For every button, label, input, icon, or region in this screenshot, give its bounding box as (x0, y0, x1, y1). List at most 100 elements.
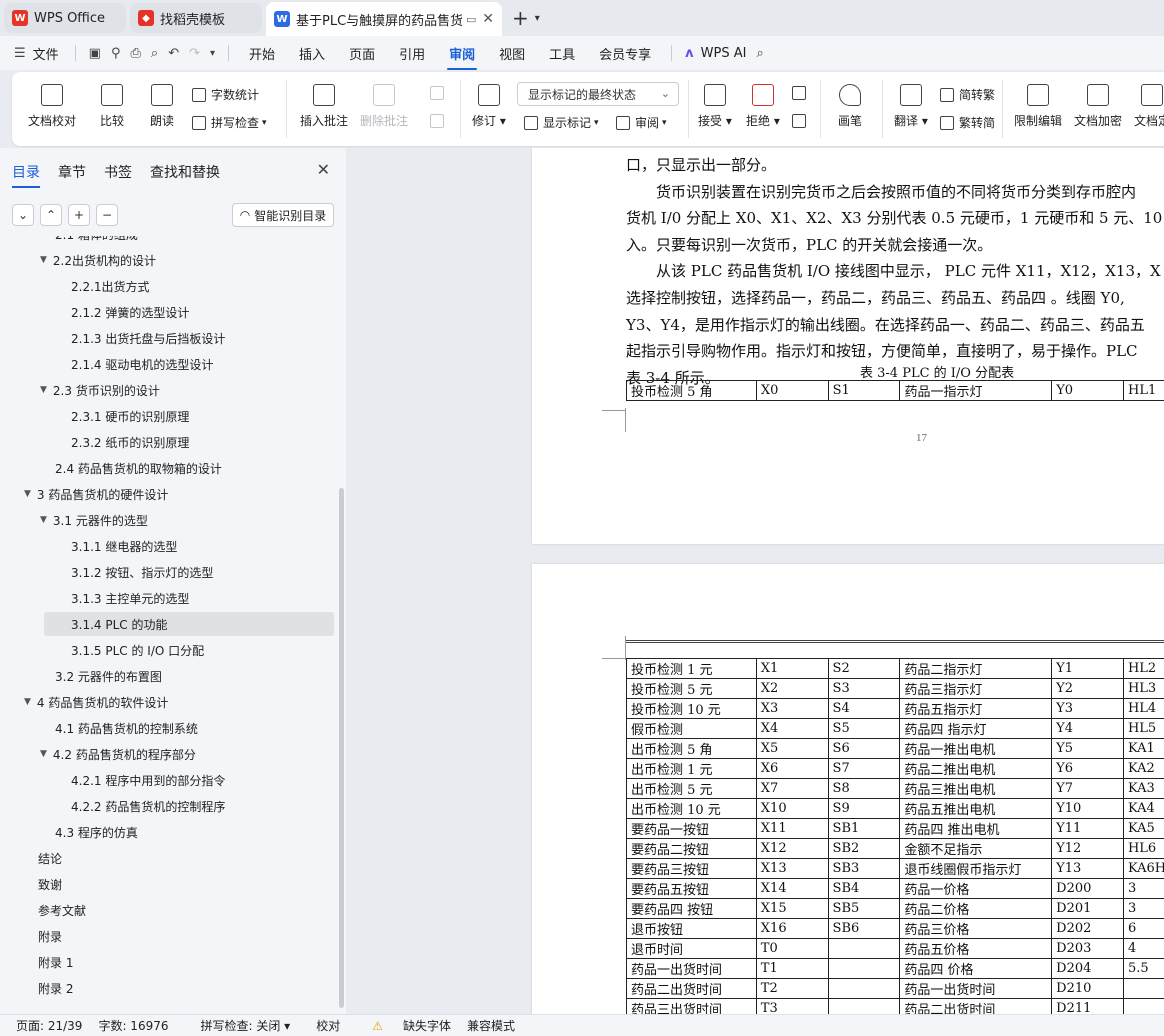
toc-item[interactable]: 3.1.1 继电器的选型 (71, 534, 177, 558)
delete-comment-button[interactable]: 删除批注 (360, 84, 408, 129)
toc-item[interactable]: 3.1.4 PLC 的功能 (44, 612, 334, 636)
toc-item[interactable]: 附录 1 (38, 950, 73, 974)
add-heading-icon[interactable]: + (68, 204, 90, 226)
toc-item[interactable]: ▼ 2.3 货币识别的设计 (40, 378, 160, 402)
tab-find-replace[interactable]: 查找和替换 (150, 162, 220, 182)
translate-button[interactable]: 翻译 ▾ (894, 84, 928, 129)
toc-item[interactable]: 3.1.3 主控单元的选型 (71, 586, 189, 610)
pen-button[interactable]: 画笔 (838, 84, 862, 129)
menu-review[interactable]: 审阅 (437, 44, 487, 70)
smart-toc-button[interactable]: ◠ 智能识别目录 (232, 203, 334, 227)
collapse-arrow-icon[interactable]: ▼ (40, 385, 47, 395)
toc-item[interactable]: 2.1.4 驱动电机的选型设计 (71, 352, 213, 376)
redo-icon[interactable]: ↷ (189, 46, 200, 61)
compat-mode-indicator[interactable]: 兼容模式 (467, 1017, 515, 1034)
proofread-indicator[interactable]: 校对 (316, 1017, 340, 1034)
menu-member[interactable]: 会员专享 (587, 44, 663, 63)
toc-item[interactable]: 3.1.2 按钮、指示灯的选型 (71, 560, 213, 584)
missing-font-indicator[interactable]: ⚠ 缺失字体 (356, 1017, 451, 1034)
toc-item[interactable]: ▼ 4.2 药品售货机的程序部分 (40, 742, 196, 766)
toc-item[interactable]: 4.2.2 药品售货机的控制程序 (71, 794, 225, 818)
toc-item[interactable]: 2.4 药品售货机的取物箱的设计 (55, 456, 222, 480)
chevron-down-icon[interactable]: ▾ (210, 48, 215, 59)
track-changes-button[interactable]: 修订 ▾ (472, 84, 506, 129)
doc-finalize-button[interactable]: 文档定 (1134, 84, 1164, 129)
spell-check-indicator[interactable]: 拼写检查: 关闭 ▾ (185, 1017, 291, 1034)
restrict-edit-button[interactable]: 限制编辑 (1014, 84, 1062, 129)
toc-item[interactable]: 4.2.1 程序中用到的部分指令 (71, 768, 225, 792)
menu-page[interactable]: 页面 (337, 44, 387, 63)
to-simplified-button[interactable]: 繁转简 (940, 114, 995, 131)
hamburger-icon[interactable]: ☰ (14, 46, 26, 61)
toc-item[interactable]: 结论 (38, 846, 62, 870)
toc-item[interactable]: 3.2 元器件的布置图 (55, 664, 162, 688)
search-icon[interactable]: ⌕ (756, 46, 763, 61)
collapse-arrow-icon[interactable]: ▼ (40, 749, 47, 759)
tab-current-document[interactable]: W 基于PLC与触摸屏的药品售货机 ▭ ✕ (266, 2, 502, 36)
to-traditional-button[interactable]: 简转繁 (940, 86, 995, 103)
tab-toc[interactable]: 目录 (12, 162, 40, 188)
toc-item[interactable]: 2.1.3 出货托盘与后挡板设计 (71, 326, 225, 350)
collapse-arrow-icon[interactable]: ▼ (24, 489, 31, 499)
encrypt-button[interactable]: 文档加密 (1074, 84, 1122, 129)
menu-home[interactable]: 开始 (237, 44, 287, 63)
share-icon[interactable]: ⚲ (111, 46, 121, 61)
read-aloud-button[interactable]: 朗读 (150, 84, 174, 129)
previous-change-icon[interactable] (792, 86, 811, 100)
menu-tools[interactable]: 工具 (537, 44, 587, 63)
accept-button[interactable]: 接受 ▾ (698, 84, 732, 129)
print-preview-icon[interactable]: ⌕ (151, 46, 158, 61)
collapse-arrow-icon[interactable]: ▼ (40, 515, 47, 525)
word-count-button[interactable]: 字数统计 (192, 86, 259, 103)
expand-icon[interactable]: ⌃ (40, 204, 62, 226)
toc-item[interactable]: 2.1.2 弹簧的选型设计 (71, 300, 189, 324)
menu-wps-ai[interactable]: WPS AI (699, 46, 749, 61)
collapse-arrow-icon[interactable]: ▼ (24, 697, 31, 707)
toc-item[interactable]: 附录 (38, 924, 62, 948)
tab-bookmarks[interactable]: 书签 (104, 162, 132, 182)
toc-item[interactable]: 4.3 程序的仿真 (55, 820, 138, 844)
show-markup-button[interactable]: 显示标记 ▾ (524, 114, 599, 131)
tab-docer-templates[interactable]: ◆ 找稻壳模板 (130, 3, 262, 33)
toc-item[interactable]: 致谢 (38, 872, 62, 896)
markup-display-select[interactable]: 显示标记的最终状态 ⌄ (517, 82, 679, 106)
word-count-indicator[interactable]: 字数: 16976 (98, 1017, 168, 1034)
toc-item[interactable]: ▼ 2.2出货机构的设计 (40, 248, 156, 272)
review-pane-button[interactable]: 审阅 ▾ (616, 114, 667, 131)
collapse-icon[interactable]: ⌄ (12, 204, 34, 226)
chevron-down-icon[interactable]: ▾ (535, 13, 540, 24)
tab-wps-office[interactable]: W WPS Office (4, 3, 126, 33)
toc-item[interactable]: 参考文献 (38, 898, 86, 922)
remove-heading-icon[interactable]: − (96, 204, 118, 226)
collapse-arrow-icon[interactable]: ▼ (40, 255, 47, 265)
save-icon[interactable]: ▣ (89, 46, 101, 61)
insert-comment-button[interactable]: 插入批注 (300, 84, 348, 129)
doc-check-button[interactable]: 文档校对 (28, 84, 76, 129)
toc-item[interactable]: 2.2.1出货方式 (71, 274, 150, 298)
toc-item[interactable]: 2.3.1 硬币的识别原理 (71, 404, 189, 428)
panel-scrollbar[interactable] (339, 488, 344, 1008)
print-icon[interactable]: ⎙ (131, 46, 141, 61)
toc-item[interactable]: 4.1 药品售货机的控制系统 (55, 716, 198, 740)
previous-comment-icon[interactable] (430, 86, 449, 100)
compare-button[interactable]: 比较 (100, 84, 124, 129)
close-panel-icon[interactable]: ✕ (317, 160, 330, 179)
toc-item[interactable]: 附录 2 (38, 976, 73, 1000)
close-tab-icon[interactable]: ✕ (482, 11, 494, 27)
next-comment-icon[interactable] (430, 114, 449, 128)
toc-item[interactable]: 2.1 箱体的组成 (55, 236, 138, 246)
monitor-icon[interactable]: ▭ (466, 13, 476, 26)
toc-item[interactable]: 2.3.2 纸币的识别原理 (71, 430, 189, 454)
menu-insert[interactable]: 插入 (287, 44, 337, 63)
new-tab-icon[interactable]: + (512, 6, 529, 30)
menu-references[interactable]: 引用 (387, 44, 437, 63)
toc-item[interactable]: ▼ 3 药品售货机的硬件设计 (24, 482, 168, 506)
toc-item[interactable]: ▼ 3.1 元器件的选型 (40, 508, 148, 532)
toc-item[interactable]: ▼ 4 药品售货机的软件设计 (24, 690, 168, 714)
next-change-icon[interactable] (792, 114, 811, 128)
menu-file[interactable]: 文件 (31, 44, 67, 63)
menu-view[interactable]: 视图 (487, 44, 537, 63)
wps-ai-icon[interactable]: ʌ (685, 46, 693, 61)
page-indicator[interactable]: 页面: 21/39 (16, 1017, 82, 1034)
undo-icon[interactable]: ↶ (168, 46, 179, 61)
